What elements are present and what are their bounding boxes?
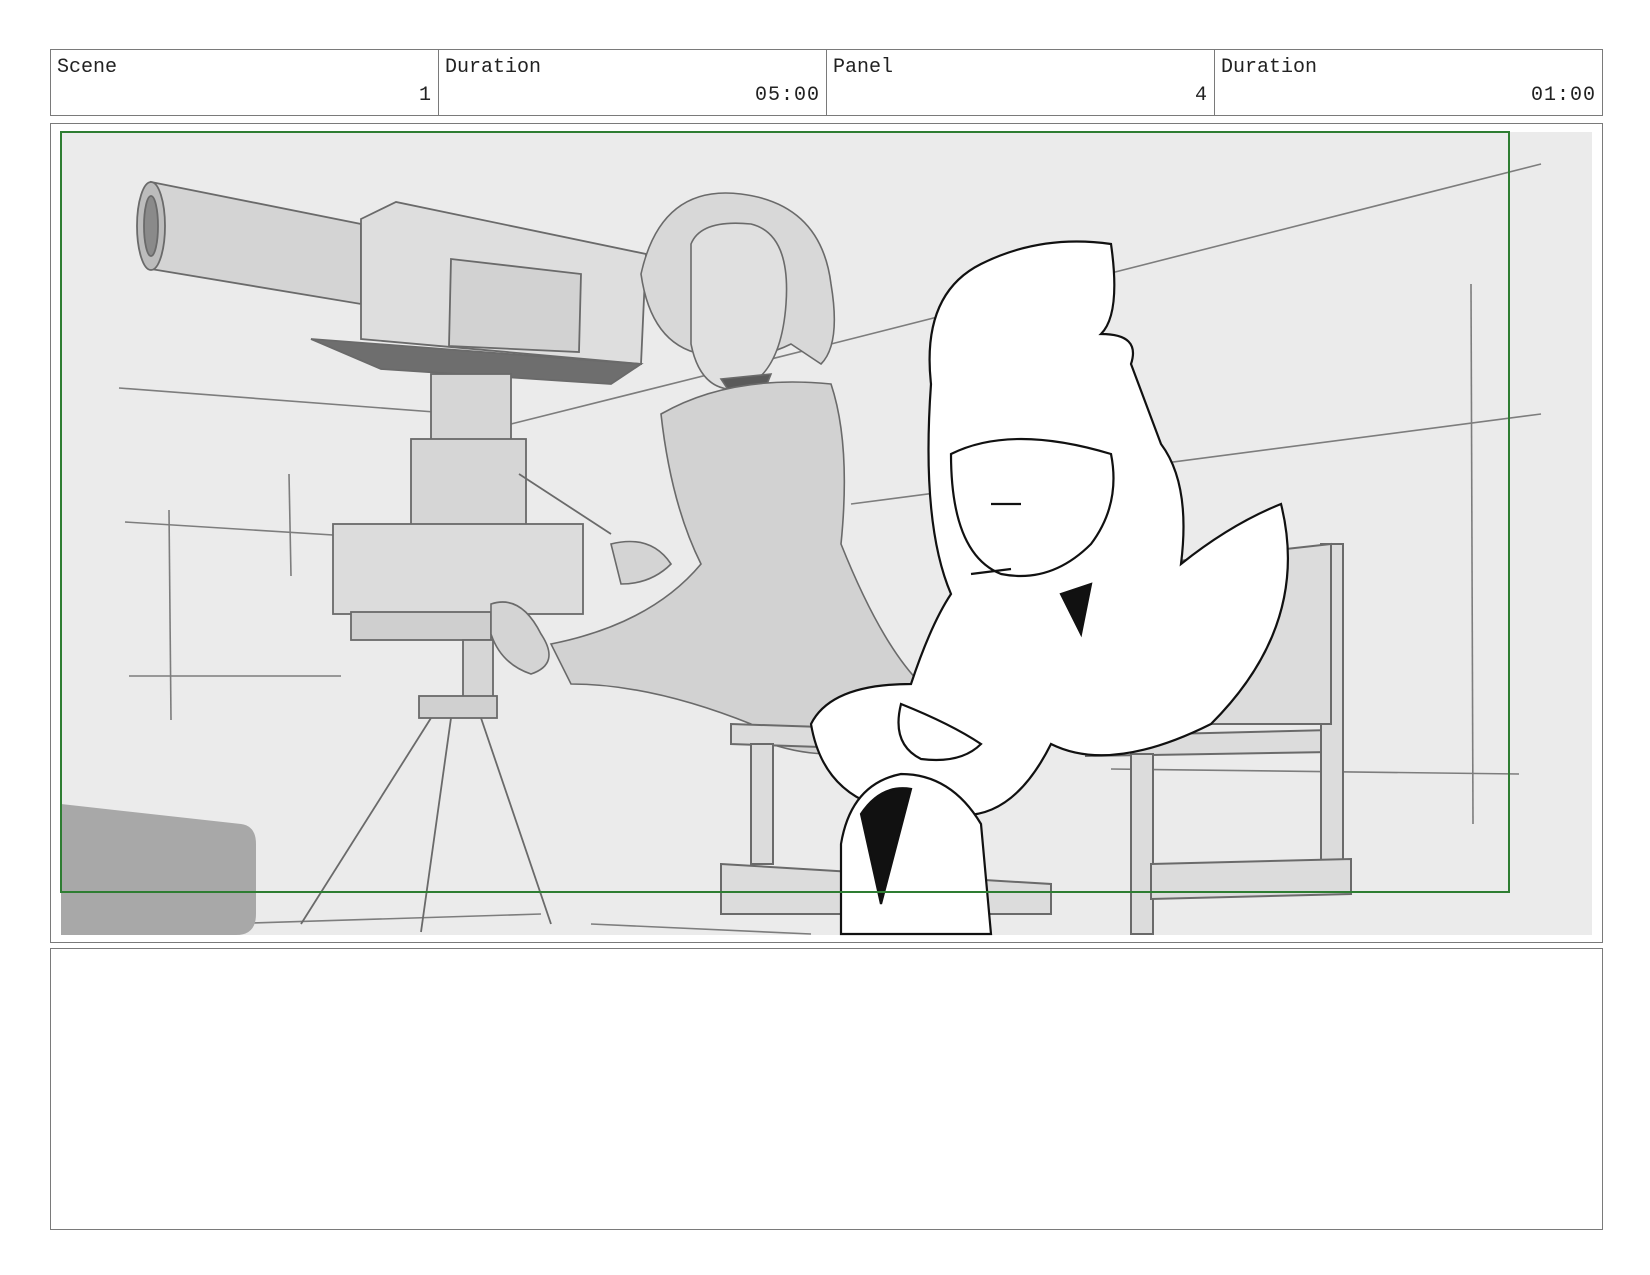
panel-sketch xyxy=(51,124,1602,942)
panel-cell: Panel 4 xyxy=(827,50,1215,115)
scene-number: 1 xyxy=(418,84,432,107)
panel-duration-cell: Duration 01:00 xyxy=(1215,50,1602,115)
floor-box xyxy=(61,804,256,935)
storyboard-header: Scene 1 Duration 05:00 Panel 4 Duration … xyxy=(50,49,1603,116)
panel-notes[interactable] xyxy=(50,948,1603,1230)
scene-duration-label: Duration xyxy=(445,56,542,79)
scene-duration-value: 05:00 xyxy=(754,84,820,107)
panel-duration-value: 01:00 xyxy=(1530,84,1596,107)
scene-cell: Scene 1 xyxy=(51,50,439,115)
panel-duration-label: Duration xyxy=(1221,56,1318,79)
panel-number: 4 xyxy=(1194,84,1208,107)
panel-label: Panel xyxy=(833,56,894,79)
storyboard-panel xyxy=(50,123,1603,943)
scene-label: Scene xyxy=(57,56,118,79)
scene-duration-cell: Duration 05:00 xyxy=(439,50,827,115)
